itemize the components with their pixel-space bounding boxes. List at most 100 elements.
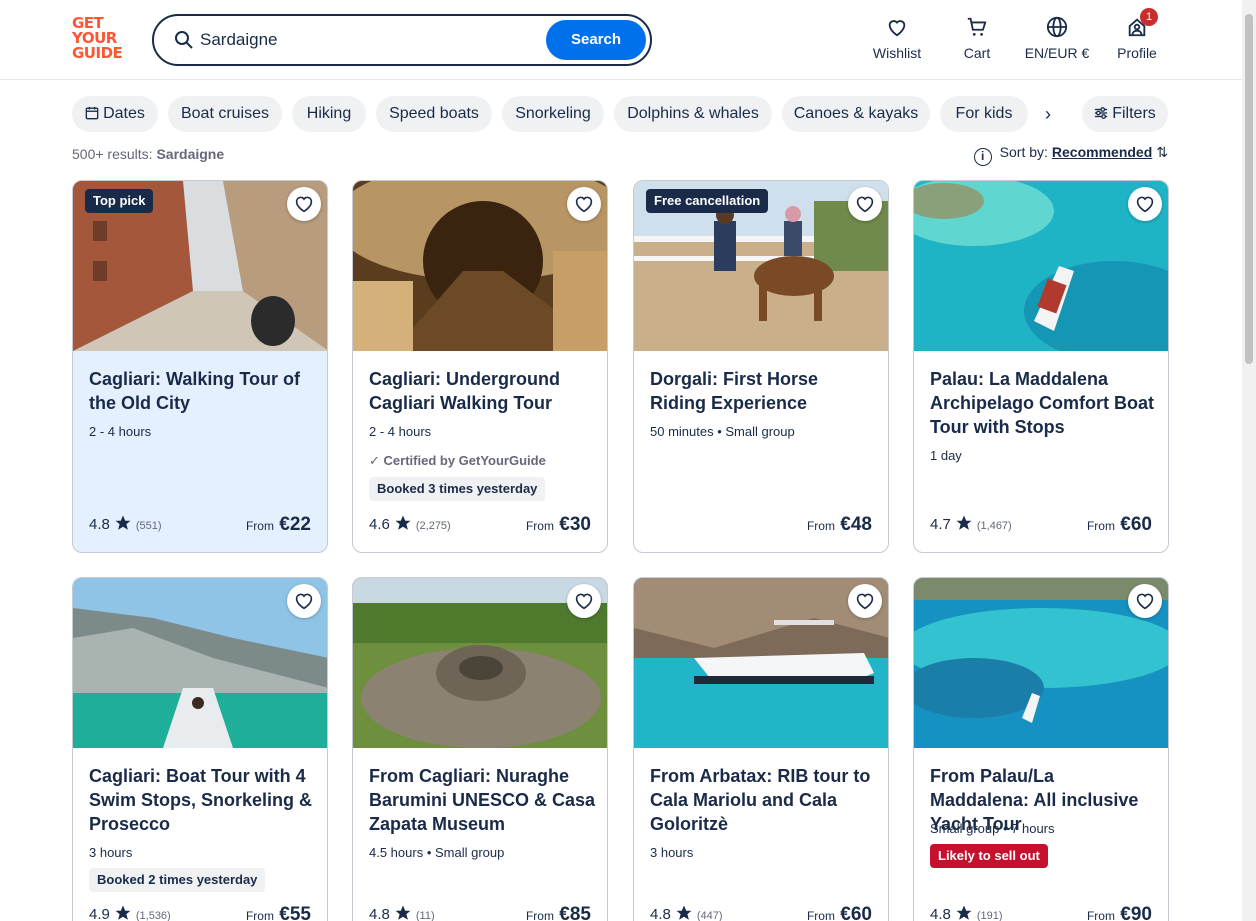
activity-card[interactable]: Palau: La Maddalena Archipelago Comfort … [913, 180, 1169, 553]
activity-card[interactable]: From Arbatax: RIB tour to Cala Mariolu a… [633, 577, 889, 921]
review-count: (11) [415, 910, 435, 921]
price-value: €85 [559, 904, 591, 921]
activity-card[interactable]: Top pick Cagliari: Walking Tour of the O… [72, 180, 328, 553]
card-rating: 4.8 (447) [650, 904, 723, 921]
chip-dates-label: Dates [103, 105, 145, 122]
wishlist-heart-button[interactable] [567, 584, 601, 618]
card-duration: 2 - 4 hours [369, 424, 432, 439]
chevron-right-icon[interactable]: › [1034, 100, 1062, 128]
card-title[interactable]: Dorgali: First Horse Riding Experience [650, 367, 878, 415]
info-icon[interactable]: i [973, 148, 992, 166]
review-count: (191) [976, 910, 1003, 921]
wishlist-heart-button[interactable] [567, 187, 601, 221]
wishlist-heart-button[interactable] [848, 584, 882, 618]
card-title[interactable]: From Cagliari: Nuraghe Barumini UNESCO &… [369, 764, 597, 836]
rating-value: 4.8 [369, 906, 390, 921]
review-count: (1,536) [135, 910, 171, 921]
star-icon [676, 905, 692, 920]
heart-icon [1136, 593, 1154, 610]
chip-hiking[interactable]: Hiking [292, 96, 366, 132]
rating-value: 4.7 [930, 516, 951, 533]
chip-dolphins-whales[interactable]: Dolphins & whales [614, 96, 772, 132]
card-title[interactable]: Palau: La Maddalena Archipelago Comfort … [930, 367, 1158, 439]
wishlist-heart-button[interactable] [1128, 187, 1162, 221]
star-icon [395, 515, 411, 530]
wishlist-heart-button[interactable] [287, 584, 321, 618]
card-price: From €85 [526, 904, 591, 921]
card-title[interactable]: Cagliari: Boat Tour with 4 Swim Stops, S… [89, 764, 317, 836]
wishlist-button[interactable]: Wishlist [870, 16, 924, 64]
price-from: From [525, 519, 554, 533]
activity-card[interactable]: Free cancellation Dorgali: First Horse R… [633, 180, 889, 553]
sort-value[interactable]: Recommended [1052, 144, 1152, 160]
sliders-icon [1095, 107, 1108, 119]
activity-card[interactable]: From Cagliari: Nuraghe Barumini UNESCO &… [352, 577, 608, 921]
review-count: (2,275) [415, 520, 451, 532]
star-icon [395, 905, 411, 920]
cart-button[interactable]: Cart [955, 16, 999, 64]
filters-label: Filters [1112, 105, 1156, 122]
heart-icon [575, 593, 593, 610]
search-button[interactable]: Search [546, 20, 646, 60]
getyourguide-logo[interactable]: GET YOUR GUIDE [72, 16, 130, 64]
filters-button[interactable]: Filters [1082, 96, 1168, 132]
page-scrollbar[interactable] [1242, 0, 1256, 921]
card-rating: 4.8 (11) [369, 904, 435, 921]
price-from: From [1086, 519, 1115, 533]
globe-icon [1046, 16, 1068, 38]
sellout-badge: Likely to sell out [930, 844, 1048, 868]
chip-boat-cruises[interactable]: Boat cruises [168, 96, 282, 132]
activity-card[interactable]: Cagliari: Underground Cagliari Walking T… [352, 180, 608, 553]
card-title[interactable]: Cagliari: Walking Tour of the Old City [89, 367, 317, 415]
chip-speed-boats[interactable]: Speed boats [376, 96, 492, 132]
card-title[interactable]: Cagliari: Underground Cagliari Walking T… [369, 367, 597, 415]
chip-snorkeling[interactable]: Snorkeling [502, 96, 604, 132]
profile-label: Profile [1117, 45, 1157, 61]
card-rating: 4.8 (191) [930, 904, 1003, 921]
price-value: €48 [840, 514, 872, 535]
card-duration: 50 minutes • Small group [650, 424, 795, 439]
filter-chips: Dates Boat cruises Hiking Speed boats Sn… [72, 96, 1172, 132]
notification-badge: 1 [1140, 8, 1158, 26]
wishlist-heart-button[interactable] [848, 187, 882, 221]
chip-for-kids[interactable]: For kids [940, 96, 1028, 132]
chip-dates[interactable]: Dates [72, 96, 158, 132]
booked-badge: Booked 3 times yesterday [369, 477, 546, 501]
profile-button[interactable]: 1 Profile [1114, 8, 1160, 64]
price-from: From [525, 909, 554, 921]
language-currency-button[interactable]: EN/EUR € [1022, 16, 1092, 64]
activity-card[interactable]: Cagliari: Boat Tour with 4 Swim Stops, S… [72, 577, 328, 921]
wishlist-heart-button[interactable] [1128, 584, 1162, 618]
price-value: €30 [559, 514, 591, 535]
review-count: (1,467) [976, 520, 1012, 532]
calendar-icon [85, 106, 99, 120]
sort-control[interactable]: i Sort by: Recommended ⇅ [973, 144, 1168, 166]
chip-canoes-kayaks[interactable]: Canoes & kayaks [782, 96, 930, 132]
search-input[interactable] [200, 26, 540, 54]
heart-icon [856, 196, 874, 213]
certified-label: Certified by GetYourGuide [383, 453, 546, 468]
card-price: From €22 [246, 514, 311, 536]
scrollbar-thumb[interactable] [1245, 14, 1253, 364]
rating-value: 4.8 [89, 516, 110, 533]
sort-arrows-icon: ⇅ [1156, 144, 1168, 160]
wishlist-label: Wishlist [872, 45, 922, 61]
activity-card[interactable]: From Palau/La Maddalena: All inclusive Y… [913, 577, 1169, 921]
price-from: From [245, 519, 274, 533]
card-rating: 4.7 (1,467) [930, 514, 1012, 533]
rating-value: 4.8 [650, 906, 671, 921]
card-tag: Top pick [85, 189, 154, 213]
card-rating: 4.6 (2,275) [369, 514, 451, 533]
star-icon [956, 515, 972, 530]
card-title[interactable]: From Arbatax: RIB tour to Cala Mariolu a… [650, 764, 878, 836]
price-value: €55 [279, 904, 311, 921]
card-price: From €90 [1087, 904, 1152, 921]
rating-value: 4.8 [930, 906, 951, 921]
wishlist-heart-button[interactable] [287, 187, 321, 221]
results-count: 500+ results: [72, 146, 153, 162]
card-tag: Free cancellation [646, 189, 769, 213]
price-value: €60 [840, 904, 872, 921]
cart-icon [967, 17, 987, 36]
search-bar: Search [152, 14, 652, 66]
price-from: From [1086, 909, 1115, 921]
